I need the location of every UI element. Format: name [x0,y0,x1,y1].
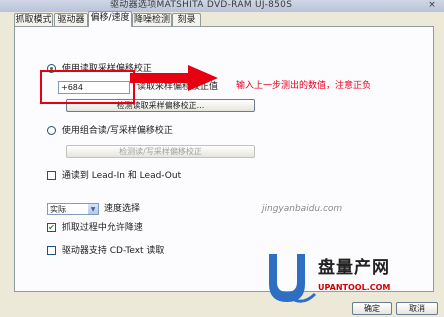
speed-select-value: 实际 [50,205,66,214]
overread-checkbox[interactable] [47,171,56,180]
cdtext-option[interactable]: 驱动器支持 CD-Text 读取 [47,246,164,257]
window-titlebar: 驱动器选项MATSHITA DVD-RAM UJ-850S × [0,0,444,12]
red-arrow-icon [130,65,218,91]
combined-offset-option[interactable]: 使用组合读/写采样偏移校正 [47,126,173,137]
overread-option[interactable]: 通读到 Lead-In 和 Lead-Out [47,171,181,182]
tab-capture-mode[interactable]: 抓取模式 [14,13,53,26]
tab-offset-speed[interactable]: 偏移/速度 [88,11,132,27]
allow-speed-reduction-option[interactable]: ✔ 抓取过程中允许降速 [47,223,143,234]
combined-offset-radio[interactable] [47,126,56,135]
speed-select[interactable]: 实际 ▼ [47,203,99,215]
window-title: 驱动器选项MATSHITA DVD-RAM UJ-850S [110,0,293,10]
detect-combined-offset-button[interactable]: 检测读/写采样偏移校正 [66,145,255,158]
tab-drive[interactable]: 驱动器 [54,13,88,26]
tab-burn[interactable]: 刻录 [172,13,201,26]
cancel-button[interactable]: 取消 [396,302,438,315]
cdtext-label: 驱动器支持 CD-Text 读取 [61,246,165,256]
allow-speed-reduction-checkbox[interactable]: ✔ [47,223,56,232]
close-icon[interactable]: × [426,0,438,10]
overread-label: 通读到 Lead-In 和 Lead-Out [61,171,182,181]
annotation-text: 输入上一步测出的数值，注意正负 [236,81,372,91]
highlight-box [40,70,135,104]
ok-button[interactable]: 确定 [352,302,392,315]
tab-noise-detection[interactable]: 降噪检测 [132,13,172,26]
allow-speed-reduction-label: 抓取过程中允许降速 [61,223,143,233]
watermark-url: UPANTOOL.COM [318,283,391,292]
speed-label: 速度选择 [104,204,141,214]
chevron-down-icon[interactable]: ▼ [88,204,98,214]
watermark-logo-text: 盘量产网 [318,258,390,278]
combined-offset-option-label: 使用组合读/写采样偏移校正 [61,126,173,136]
watermark-site: jingyanbaidu.com [262,204,343,214]
cdtext-checkbox[interactable] [47,246,56,255]
